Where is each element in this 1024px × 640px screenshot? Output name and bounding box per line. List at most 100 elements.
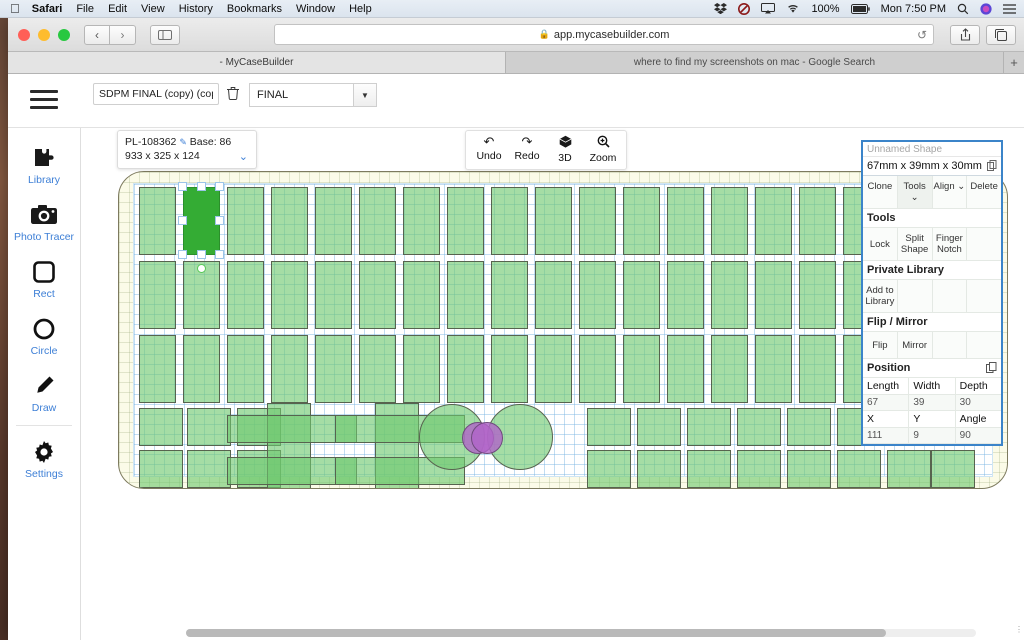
foam-cutout-shape[interactable]	[755, 335, 792, 403]
foam-cutout-shape[interactable]	[187, 450, 231, 488]
foam-cutout-shape[interactable]	[623, 187, 660, 255]
foam-cutout-shape[interactable]	[579, 261, 616, 329]
x-input[interactable]: 111	[863, 428, 910, 443]
siri-icon[interactable]	[980, 2, 992, 15]
list-icon[interactable]	[1003, 3, 1016, 14]
lock-button[interactable]: Lock	[863, 228, 898, 260]
foam-cutout-shape[interactable]	[755, 187, 792, 255]
foam-cutout-shape[interactable]	[931, 450, 975, 488]
foam-cutout-shape[interactable]	[579, 335, 616, 403]
horizontal-scrollbar[interactable]	[186, 629, 976, 637]
foam-cutout-shape[interactable]	[711, 187, 748, 255]
width-input[interactable]: 39	[909, 395, 956, 410]
foam-cutout-shape[interactable]	[837, 450, 881, 488]
foam-cutout-shape[interactable]	[183, 335, 220, 403]
foam-cutout-shape[interactable]	[667, 261, 704, 329]
trash-icon[interactable]	[227, 86, 239, 103]
length-input[interactable]: 67	[863, 395, 910, 410]
wifi-icon[interactable]	[786, 3, 800, 14]
foam-cutout-shape[interactable]	[623, 335, 660, 403]
airplay-icon[interactable]	[761, 3, 776, 14]
foam-cutout-shape[interactable]	[139, 335, 176, 403]
foam-cutout-shape[interactable]	[623, 261, 660, 329]
foam-cutout-shape[interactable]	[471, 422, 503, 454]
foam-cutout-shape[interactable]	[787, 408, 831, 446]
foam-cutout-shape[interactable]	[271, 335, 308, 403]
zoom-button[interactable]: Zoom	[584, 133, 622, 167]
foam-cutout-shape[interactable]	[447, 261, 484, 329]
tabs-icon[interactable]	[986, 24, 1016, 45]
foam-cutout-shape[interactable]	[535, 187, 572, 255]
reload-icon[interactable]: ↺	[917, 28, 927, 42]
foam-cutout-shape[interactable]	[187, 408, 231, 446]
tab-mycasebuilder[interactable]: - MyCaseBuilder	[8, 52, 506, 73]
add-to-library-button[interactable]: Add to Library	[863, 280, 898, 312]
foam-cutout-shape[interactable]	[687, 408, 731, 446]
pencil-icon[interactable]: ✎	[179, 137, 187, 147]
menu-item-file[interactable]: File	[76, 3, 94, 15]
angle-input[interactable]: 90	[955, 428, 1001, 443]
foam-cutout-shape[interactable]	[799, 335, 836, 403]
shape-properties-panel[interactable]: Unnamed Shape 67mm x 39mm x 30mm Clone T…	[861, 140, 1003, 446]
menu-item-help[interactable]: Help	[349, 3, 372, 15]
tools-menu-button[interactable]: Tools ⌄	[897, 176, 933, 208]
foam-cutout-shape[interactable]	[687, 450, 731, 488]
menu-item-window[interactable]: Window	[296, 3, 335, 15]
foam-cutout-shape[interactable]	[887, 450, 931, 488]
sidebar-item-library[interactable]: Library	[8, 136, 80, 193]
layer-select[interactable]: FINAL ▼	[249, 83, 377, 107]
circle-slash-icon[interactable]	[738, 2, 751, 15]
resize-handle[interactable]	[178, 216, 187, 225]
foam-cutout-shape[interactable]	[139, 408, 183, 446]
menu-item-safari[interactable]: Safari	[32, 3, 63, 15]
three-d-button[interactable]: 3D	[546, 133, 584, 167]
clone-button[interactable]: Clone	[863, 176, 898, 208]
foam-cutout-shape[interactable]	[587, 450, 631, 488]
resize-handle[interactable]	[196, 250, 206, 259]
depth-input[interactable]: 30	[955, 395, 1001, 410]
split-shape-button[interactable]: Split Shape	[897, 228, 933, 260]
foam-cutout-shape[interactable]	[403, 335, 440, 403]
foam-cutout-shape[interactable]	[587, 408, 631, 446]
forward-button[interactable]: ›	[110, 24, 136, 45]
foam-cutout-shape[interactable]	[579, 187, 616, 255]
foam-cutout-shape[interactable]	[755, 261, 792, 329]
rotate-handle[interactable]	[196, 264, 206, 273]
foam-cutout-shape[interactable]	[403, 187, 440, 255]
foam-cutout-shape[interactable]	[535, 335, 572, 403]
resize-handle[interactable]	[215, 216, 224, 225]
duplicate-icon[interactable]	[986, 362, 997, 376]
sidebar-item-circle[interactable]: Circle	[8, 307, 80, 364]
resize-handle[interactable]	[215, 182, 224, 191]
redo-button[interactable]: ↷ Redo	[508, 133, 546, 167]
foam-cutout-shape[interactable]	[787, 450, 831, 488]
file-name-input[interactable]	[93, 83, 219, 105]
foam-cutout-shape[interactable]	[711, 261, 748, 329]
foam-cutout-shape[interactable]	[447, 187, 484, 255]
zoom-window-button[interactable]	[58, 28, 70, 41]
foam-cutout-shape[interactable]	[139, 187, 176, 255]
dropbox-icon[interactable]	[714, 3, 728, 14]
sidebar-item-settings[interactable]: Settings	[8, 430, 80, 487]
foam-cutout-shape[interactable]	[359, 261, 396, 329]
chevron-down-icon[interactable]: ▼	[353, 83, 377, 107]
address-bar[interactable]: 🔒 app.mycasebuilder.com ↺	[274, 24, 934, 45]
foam-cutout-shape[interactable]	[359, 335, 396, 403]
align-menu-button[interactable]: Align ⌄	[932, 176, 968, 208]
foam-cutout-shape[interactable]	[491, 261, 528, 329]
foam-cutout-shape[interactable]	[139, 261, 176, 329]
foam-cutout-shape[interactable]	[315, 261, 352, 329]
part-info-chip[interactable]: PL-108362 ✎ Base: 86 933 x 325 x 124 ⌄	[117, 130, 257, 169]
foam-cutout-shape[interactable]	[227, 261, 264, 329]
sidebar-item-draw[interactable]: Draw	[8, 364, 80, 421]
foam-cutout-shape[interactable]	[711, 335, 748, 403]
foam-cutout-shape[interactable]	[737, 408, 781, 446]
shape-name-input[interactable]: Unnamed Shape	[863, 142, 1001, 157]
undo-button[interactable]: ↶ Undo	[470, 133, 508, 167]
menu-bar-clock[interactable]: Mon 7:50 PM	[881, 3, 946, 15]
foam-cutout-shape[interactable]	[799, 261, 836, 329]
menu-item-history[interactable]: History	[179, 3, 213, 15]
battery-icon[interactable]	[850, 3, 870, 14]
y-input[interactable]: 9	[909, 428, 956, 443]
foam-cutout-shape[interactable]	[271, 187, 308, 255]
